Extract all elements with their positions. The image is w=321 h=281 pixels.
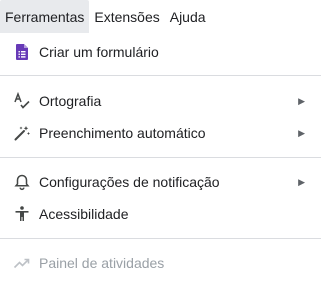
menu-item-notification-settings[interactable]: Configurações de notificação ▶: [0, 166, 321, 198]
submenu-arrow-icon: ▶: [298, 177, 305, 187]
menu-divider: [0, 75, 321, 76]
magic-wand-icon: [13, 124, 31, 142]
trending-up-icon: [13, 254, 31, 272]
menubar-item-label: Ajuda: [169, 8, 206, 25]
menu-item-accessibility[interactable]: Acessibilidade: [0, 198, 321, 230]
menu-bar: Ferramentas Extensões Ajuda: [0, 0, 321, 33]
menubar-item-help[interactable]: Ajuda: [165, 0, 211, 33]
menu-item-spelling[interactable]: Ortografia ▶: [0, 85, 321, 117]
menu-item-label: Ortografia: [39, 93, 102, 109]
bell-icon: [13, 173, 31, 191]
menu-item-create-form[interactable]: Criar um formulário: [0, 36, 321, 68]
menu-item-label: Criar um formulário: [39, 44, 159, 60]
menu-item-label: Preenchimento automático: [39, 125, 206, 141]
menu-item-label: Painel de atividades: [39, 255, 165, 271]
menubar-item-label: Extensões: [94, 8, 160, 25]
menu-divider: [0, 157, 321, 158]
menu-item-label: Configurações de notificação: [39, 174, 220, 190]
menubar-item-extensions[interactable]: Extensões: [89, 0, 164, 33]
menubar-item-tools[interactable]: Ferramentas: [0, 0, 90, 33]
menu-item-autofill[interactable]: Preenchimento automático ▶: [0, 117, 321, 149]
menubar-item-label: Ferramentas: [5, 8, 85, 25]
submenu-arrow-icon: ▶: [298, 96, 305, 106]
accessibility-icon: [13, 205, 31, 223]
menu-item-label: Acessibilidade: [39, 206, 129, 222]
tools-dropdown-menu: Criar um formulário Ortografia ▶ Preench…: [0, 33, 321, 281]
forms-icon: [13, 43, 31, 61]
menu-divider: [0, 238, 321, 239]
menu-item-activity-dashboard[interactable]: Painel de atividades: [0, 247, 321, 279]
submenu-arrow-icon: ▶: [298, 128, 305, 138]
spellcheck-icon: [13, 92, 31, 110]
